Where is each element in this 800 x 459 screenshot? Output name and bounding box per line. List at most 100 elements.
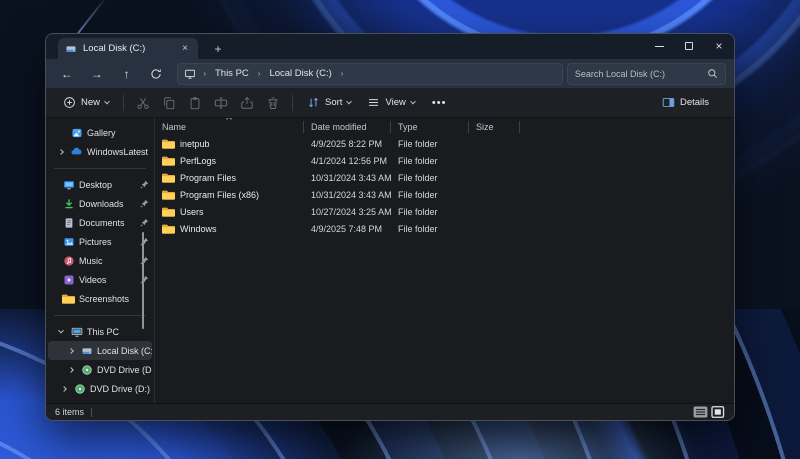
navigation-bar: ← → ↑ › This PC › Local Disk (C:) › Sear… [46,59,734,88]
file-name: Users [180,207,204,217]
sidebar-item-music[interactable]: Music [48,251,152,270]
new-icon [63,96,76,109]
up-button[interactable]: ↑ [114,63,140,85]
file-name: Program Files [180,173,236,183]
chevron-right-icon[interactable] [61,386,67,392]
sidebar-item-label: Music [79,256,136,266]
explorer-body: Gallery WindowsLatest Desktop [46,118,734,403]
copy-button[interactable] [157,92,181,114]
file-type: File folder [391,156,469,166]
search-placeholder: Search Local Disk (C:) [575,69,707,79]
file-row-inetpub[interactable]: inetpub 4/9/2025 8:22 PM File folder [155,135,734,152]
paste-button[interactable] [183,92,207,114]
desktop: Local Disk (C:) × + × ← → ↑ › This PC › [0,0,800,459]
details-pane-button[interactable]: Details [655,92,716,113]
column-header-name[interactable]: Name [155,121,304,133]
file-row-program-files-x86[interactable]: Program Files (x86) 10/31/2024 3:43 AM F… [155,186,734,203]
titlebar[interactable]: Local Disk (C:) × + × [46,34,734,59]
sidebar-item-videos[interactable]: Videos [48,270,152,289]
details-view-button[interactable] [693,406,708,418]
sort-button[interactable]: Sort [300,92,358,113]
sidebar-item-gallery[interactable]: Gallery [48,123,152,142]
sidebar-divider [54,168,146,169]
breadcrumb-chevron-icon: › [338,69,347,78]
file-date: 4/1/2024 12:56 PM [304,156,391,166]
thumbnails-view-button[interactable] [711,406,725,418]
column-header-size[interactable]: Size [469,121,520,133]
file-name: Windows [180,224,217,234]
file-name: PerfLogs [180,156,216,166]
breadcrumb-chevron-icon: › [200,69,209,78]
explorer-tab[interactable]: Local Disk (C:) × [58,38,198,59]
chevron-right-icon[interactable] [68,367,74,373]
file-row-perflogs[interactable]: PerfLogs 4/1/2024 12:56 PM File folder [155,152,734,169]
window-controls: × [644,34,734,58]
sidebar-item-this-pc[interactable]: This PC [48,322,152,341]
file-type: File folder [391,139,469,149]
sidebar-scrollbar[interactable] [142,232,144,329]
sidebar-item-dvd-drive-d-2[interactable]: DVD Drive (D:) C [48,379,152,398]
column-header-type[interactable]: Type [391,121,469,133]
documents-icon [62,216,75,229]
sidebar-item-label: Pictures [79,237,136,247]
sidebar-item-documents[interactable]: Documents [48,213,152,232]
chevron-right-icon[interactable] [58,149,64,155]
command-toolbar: New [46,88,734,118]
view-icon [367,96,380,109]
details-label: Details [680,97,709,108]
see-more-button[interactable]: ••• [424,97,455,109]
refresh-button[interactable] [143,63,169,85]
share-icon [240,96,254,110]
sidebar-item-local-disk-c[interactable]: Local Disk (C:) [48,341,152,360]
sidebar-item-label: Documents [79,218,136,228]
sidebar-item-downloads[interactable]: Downloads [48,194,152,213]
file-type: File folder [391,173,469,183]
share-button[interactable] [235,92,259,114]
minimize-icon [655,46,664,47]
sort-ascending-icon [226,118,232,122]
new-tab-button[interactable]: + [208,39,228,59]
cut-button[interactable] [131,92,155,114]
rename-button[interactable] [209,92,233,114]
sidebar-item-desktop[interactable]: Desktop [48,175,152,194]
copy-icon [162,96,176,110]
tab-close-button[interactable]: × [178,42,192,56]
sidebar-item-screenshots[interactable]: Screenshots [48,289,152,308]
search-box[interactable]: Search Local Disk (C:) [567,63,726,85]
chevron-right-icon[interactable] [68,348,74,354]
breadcrumb-local-disk[interactable]: Local Disk (C:) [267,68,333,79]
view-label: View [385,97,405,108]
sidebar-item-pictures[interactable]: Pictures [48,232,152,251]
folder-icon [62,292,75,305]
column-header-date-modified[interactable]: Date modified [304,121,391,133]
file-row-users[interactable]: Users 10/27/2024 3:25 AM File folder [155,203,734,220]
address-bar[interactable]: › This PC › Local Disk (C:) › [177,63,563,85]
folder-icon [162,171,175,184]
delete-button[interactable] [261,92,285,114]
sidebar-item-label: DVD Drive (D:) [97,365,152,375]
breadcrumb-chevron-icon: › [255,69,264,78]
view-button[interactable]: View [360,92,421,113]
status-divider [91,408,92,417]
sidebar-item-label: Gallery [87,128,152,138]
maximize-button[interactable] [674,34,704,58]
sidebar-item-label: WindowsLatest [87,147,152,157]
music-icon [62,254,75,267]
chevron-down-icon[interactable] [58,327,64,333]
close-button[interactable]: × [704,34,734,58]
sidebar-divider [54,315,146,316]
forward-button[interactable]: → [84,63,110,85]
back-button[interactable]: ← [54,63,80,85]
sidebar-item-windowslatest[interactable]: WindowsLatest [48,142,152,161]
new-button[interactable]: New [56,92,116,113]
minimize-button[interactable] [644,34,674,58]
dvd-drive-icon [80,363,93,376]
status-bar: 6 items [46,403,734,420]
file-row-program-files[interactable]: Program Files 10/31/2024 3:43 AM File fo… [155,169,734,186]
breadcrumb-this-pc[interactable]: This PC [213,68,251,79]
file-row-windows[interactable]: Windows 4/9/2025 7:48 PM File folder [155,220,734,237]
gallery-icon [70,126,83,139]
item-count: 6 items [55,407,84,417]
tab-title: Local Disk (C:) [83,43,172,54]
sidebar-item-dvd-drive-d[interactable]: DVD Drive (D:) [48,360,152,379]
